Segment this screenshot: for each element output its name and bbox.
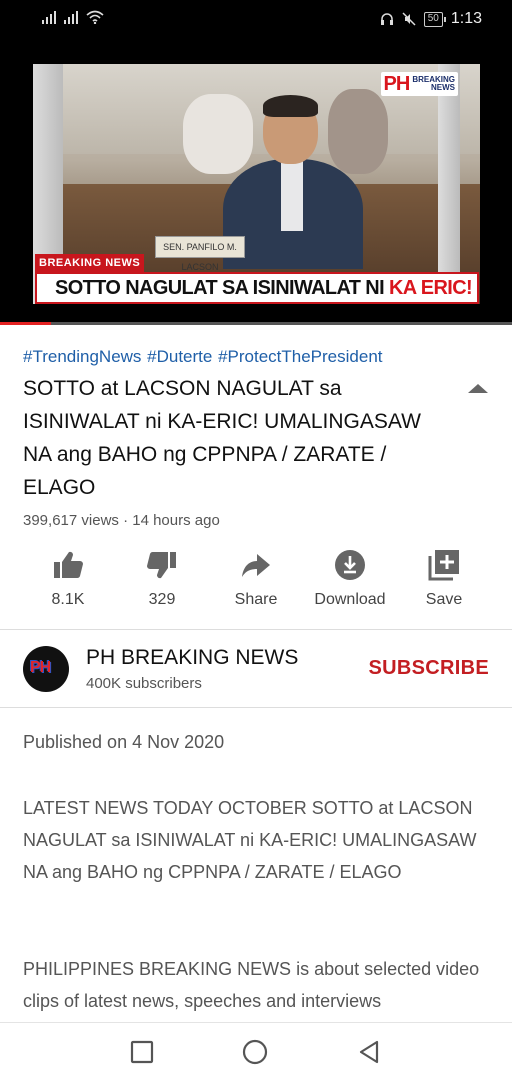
share-label: Share	[234, 591, 278, 608]
collapse-description-icon[interactable]	[468, 384, 488, 393]
save-button[interactable]: Save	[399, 548, 489, 609]
logo-sub-text: BREAKING NEWS	[412, 75, 455, 92]
video-progress-fill	[0, 322, 52, 325]
video-meta: 399,617 views · 14 hours ago	[23, 512, 220, 529]
headset-icon	[380, 13, 393, 25]
thumbs-up-icon	[54, 551, 83, 579]
headline-highlight: KA ERIC!	[389, 277, 473, 299]
mute-icon	[402, 12, 416, 26]
signal-indicators	[42, 10, 104, 24]
channel-row[interactable]: PH PH BREAKING NEWS 400K subscribers SUB…	[0, 632, 512, 708]
subscribe-button[interactable]: SUBSCRIBE	[369, 657, 490, 680]
playlist-add-icon	[428, 550, 459, 581]
system-nav-bar	[0, 1022, 512, 1080]
wifi-icon	[86, 10, 104, 24]
headline-text: SOTTO NAGULAT SA ISINIWALAT NI	[55, 277, 389, 299]
circle-icon[interactable]	[242, 1039, 268, 1065]
subscriber-count: 400K subscribers	[86, 675, 202, 692]
triangle-back-icon[interactable]	[356, 1039, 382, 1065]
download-label: Download	[314, 591, 386, 608]
download-icon	[335, 550, 365, 580]
divider	[0, 707, 512, 708]
share-arrow-icon	[242, 554, 270, 577]
thumbs-down-icon	[147, 551, 176, 579]
channel-avatar[interactable]: PH	[23, 646, 69, 692]
clock: 1:13	[450, 10, 482, 27]
description-paragraph: LATEST NEWS TODAY OCTOBER SOTTO at LACSO…	[23, 798, 477, 882]
hashtags[interactable]: #TrendingNews #Duterte #ProtectThePresid…	[23, 347, 383, 367]
signal-icon-2	[64, 10, 78, 24]
publish-date: Published on 4 Nov 2020	[23, 732, 225, 752]
breaking-news-tag: BREAKING NEWS	[35, 254, 145, 272]
status-right: 50 1:13	[380, 10, 482, 28]
dislike-button[interactable]: 329	[117, 548, 207, 609]
video-pillar-right	[438, 64, 460, 304]
like-button[interactable]: 8.1K	[23, 548, 113, 609]
battery-indicator: 50	[423, 11, 447, 27]
download-button[interactable]: Download	[305, 548, 395, 609]
save-label: Save	[425, 591, 463, 608]
share-button[interactable]: Share	[211, 548, 301, 609]
square-icon[interactable]	[129, 1039, 155, 1065]
avatar-text: PH	[30, 659, 51, 676]
video-progress-bar[interactable]	[0, 322, 512, 325]
signal-icon	[42, 10, 56, 24]
description-paragraph: PHILIPPINES BREAKING NEWS is about selec…	[23, 959, 480, 1011]
logo-ph-text: PH	[383, 73, 411, 95]
dislike-count: 329	[148, 591, 176, 608]
status-bar: 50 1:13	[0, 0, 512, 40]
video-frame[interactable]: SEN. PANFILO M. LACSON PH BREAKING NEWS B…	[33, 64, 480, 304]
video-title[interactable]: SOTTO at LACSON NAGULAT sa ISINIWALAT ni…	[23, 372, 443, 504]
divider	[0, 629, 512, 630]
action-bar: 8.1K 329 Share Download Save	[0, 548, 512, 618]
channel-name[interactable]: PH BREAKING NEWS	[86, 646, 298, 670]
video-nameplate: SEN. PANFILO M. LACSON	[155, 236, 245, 272]
like-count: 8.1K	[51, 591, 85, 608]
ph-breaking-news-logo: PH BREAKING NEWS	[380, 72, 458, 96]
video-player[interactable]: SEN. PANFILO M. LACSON PH BREAKING NEWS B…	[0, 40, 512, 324]
video-headline: SOTTO NAGULAT SA ISINIWALAT NI KA ERIC!	[35, 272, 479, 304]
